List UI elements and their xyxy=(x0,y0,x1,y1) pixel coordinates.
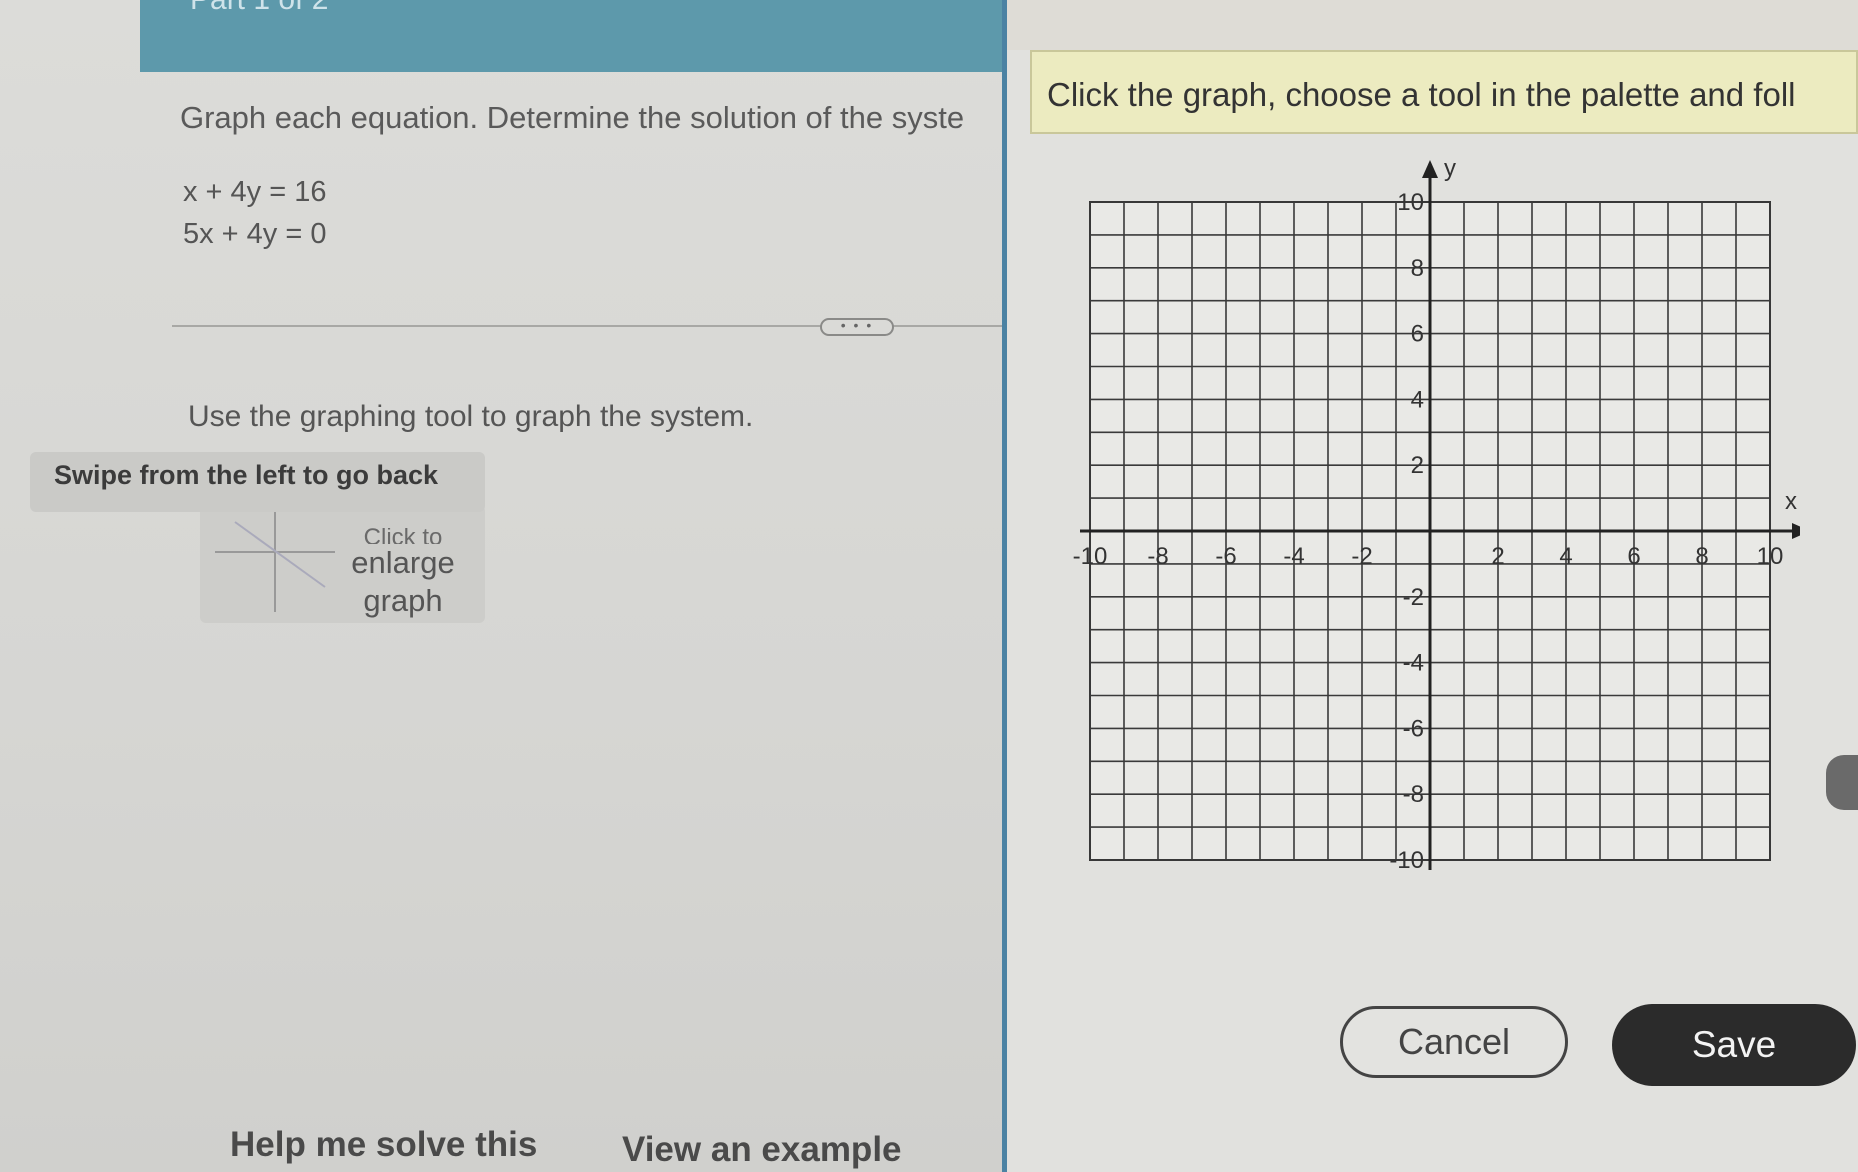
coordinate-graph[interactable]: x y -10 -8 -6 -4 -2 2 4 6 8 10 10 8 6 4 2 -2 -4 -6 -8 -10 xyxy=(1060,150,1800,870)
x-tick-label: -2 xyxy=(1351,543,1372,570)
equation-2: 5x + 4y = 0 xyxy=(183,218,327,250)
x-tick-label: 10 xyxy=(1757,543,1784,570)
x-axis-label: x xyxy=(1785,488,1797,515)
y-tick-label: 8 xyxy=(1411,255,1424,282)
enlarge-graph-label: Click to enlarge graph xyxy=(338,528,468,620)
expand-more-button[interactable]: • • • xyxy=(820,318,894,336)
x-tick-label: 4 xyxy=(1559,543,1572,570)
x-tick-label: 2 xyxy=(1491,543,1504,570)
help-me-solve-link[interactable]: Help me solve this xyxy=(230,1125,537,1165)
y-axis-arrow-icon xyxy=(1422,160,1438,178)
side-drawer-handle[interactable] xyxy=(1826,755,1858,810)
save-button[interactable]: Save xyxy=(1612,1004,1856,1086)
y-axis-label: y xyxy=(1444,155,1456,182)
graph-thumbnail-icon xyxy=(215,512,335,612)
y-tick-label: -10 xyxy=(1389,847,1424,870)
x-axis-arrow-icon xyxy=(1792,523,1800,539)
y-tick-label: -8 xyxy=(1403,781,1424,808)
x-tick-label: 6 xyxy=(1627,543,1640,570)
enlarge-line-3: graph xyxy=(363,583,443,618)
graphing-instruction: Use the graphing tool to graph the syste… xyxy=(188,400,754,433)
panel-top-strip xyxy=(1007,0,1858,50)
part-header: Part 1 of 2 xyxy=(140,0,1015,72)
equation-1: x + 4y = 16 xyxy=(183,176,327,208)
x-tick-label: -10 xyxy=(1073,543,1108,570)
y-tick-label: -4 xyxy=(1403,650,1424,677)
x-tick-label: 8 xyxy=(1695,543,1708,570)
x-tick-label: -4 xyxy=(1283,543,1304,570)
problem-pane xyxy=(0,0,1010,1172)
x-tick-label: -6 xyxy=(1215,543,1236,570)
enlarge-line-2: enlarge xyxy=(351,545,455,580)
view-example-link[interactable]: View an example xyxy=(622,1130,902,1170)
enlarge-line-1: Click to xyxy=(363,528,443,544)
swipe-back-hint: Swipe from the left to go back xyxy=(30,452,485,512)
y-tick-label: -6 xyxy=(1403,715,1424,742)
y-tick-label: -2 xyxy=(1403,584,1424,611)
cancel-button[interactable]: Cancel xyxy=(1340,1006,1568,1078)
problem-instructions: Graph each equation. Determine the solut… xyxy=(180,100,965,135)
graph-tip-bar: Click the graph, choose a tool in the pa… xyxy=(1030,50,1858,134)
y-tick-label: 2 xyxy=(1411,452,1424,479)
part-header-text: Part 1 of 2 xyxy=(190,0,328,16)
x-tick-label: -8 xyxy=(1147,543,1168,570)
y-tick-label: 4 xyxy=(1411,386,1424,413)
y-tick-label: 6 xyxy=(1411,321,1424,348)
y-tick-label: 10 xyxy=(1397,189,1424,216)
